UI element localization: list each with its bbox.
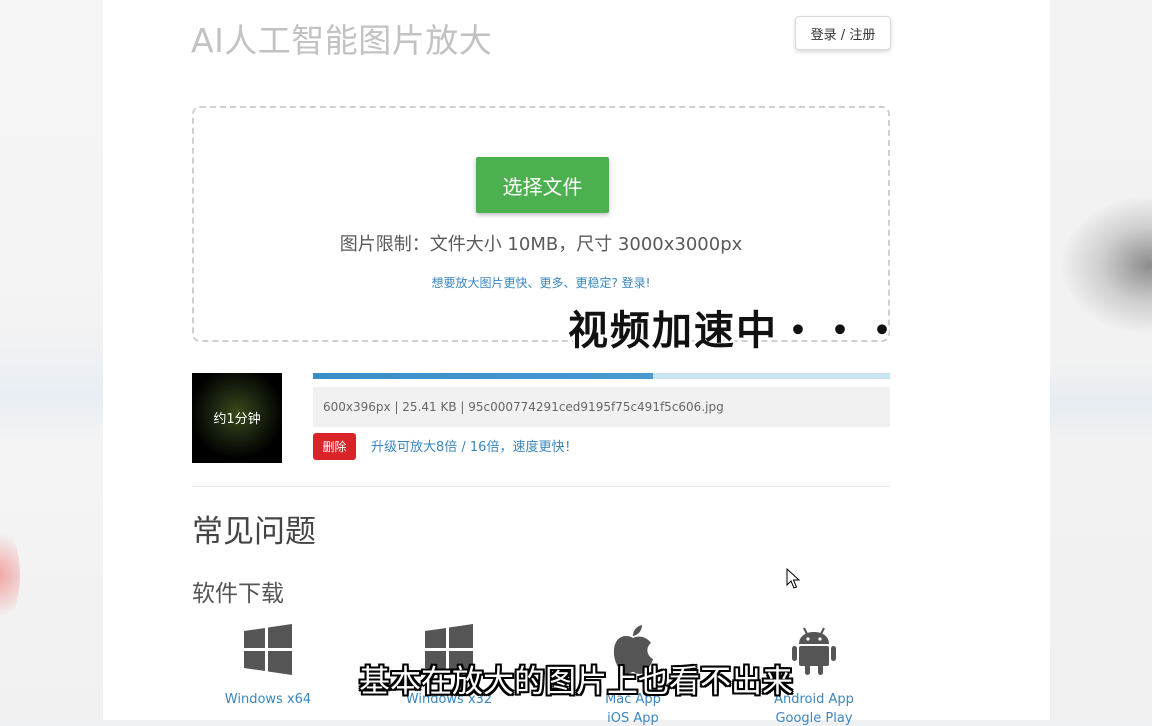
app-title: AI人工智能图片放大	[191, 21, 493, 60]
login-register-button[interactable]: 登录 / 注册	[795, 16, 891, 50]
file-info: 600x396px | 25.41 KB | 95c000774291ced91…	[313, 387, 890, 427]
mouse-cursor-icon	[786, 568, 801, 589]
upgrade-link[interactable]: 升级可放大8倍 / 16倍，速度更快！	[371, 436, 577, 455]
blurred-backdrop-left	[0, 0, 103, 720]
upload-limits-text: 图片限制：文件大小 10MB，尺寸 3000x3000px	[339, 234, 743, 255]
choose-file-button[interactable]: 选择文件	[476, 157, 609, 213]
download-label-secondary[interactable]: Google Play	[749, 711, 879, 726]
upscale-progress-bar	[313, 373, 890, 379]
faq-title: 常见问题	[192, 514, 316, 550]
page-content: AI人工智能图片放大 登录 / 注册 选择文件 图片限制：文件大小 10MB，尺…	[103, 0, 1050, 726]
backdrop-blob	[0, 520, 20, 630]
section-divider	[192, 486, 890, 487]
image-thumbnail: 约1分钟	[192, 373, 282, 463]
video-subtitle: 基本在放大的图片上也看不出来	[359, 664, 793, 700]
download-label-secondary[interactable]: iOS App	[568, 711, 698, 726]
downloads-title: 软件下载	[192, 581, 284, 607]
progress-fill	[313, 373, 654, 379]
delete-button[interactable]: 删除	[313, 433, 356, 460]
video-overlay-status: 视频加速中・・・	[568, 308, 904, 354]
login-upsell-link[interactable]: 想要放大图片更快、更多、更稳定? 登录!	[194, 274, 888, 291]
blurred-backdrop-right	[1050, 0, 1152, 720]
eta-label: 约1分钟	[213, 412, 261, 427]
